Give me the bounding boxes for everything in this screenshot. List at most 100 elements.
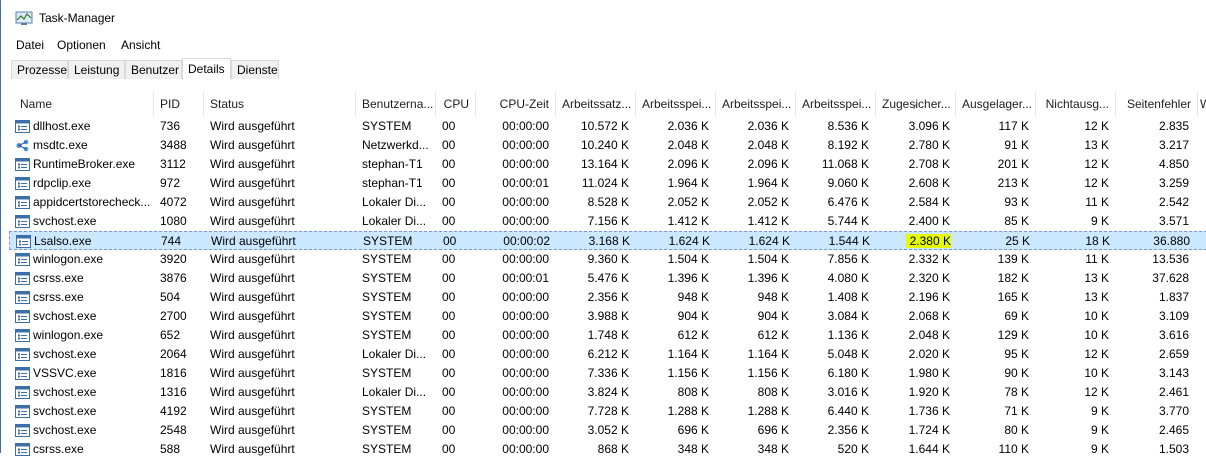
task-manager-icon [15,11,33,25]
cell-time: 00:00:00 [502,385,549,399]
menu-ansicht[interactable]: Ansicht [121,38,160,52]
cell-ws: 5.476 K [587,271,629,285]
tab-prozesse[interactable]: Prozesse [11,60,68,79]
cell-ws: 13.164 K [580,157,629,171]
col-paged-pool[interactable]: Ausgelager... [956,92,1036,116]
table-row[interactable]: appidcertstorecheck... 4072 Wird ausgeführ… [9,193,1206,212]
cell-status: Wird ausgeführt [210,309,295,323]
cell-time: 00:00:00 [502,423,549,437]
col-cut-off[interactable]: W [1198,92,1206,116]
cell-commit: 1.980 K [908,366,950,380]
cell-ws4: 9.060 K [827,176,869,190]
table-row[interactable]: svchost.exe 2700 Wird ausgeführt SYSTEM 00 00… [9,307,1206,326]
table-row[interactable]: csrss.exe 3876 Wird ausgeführt SYSTEM 00 00:0… [9,269,1206,288]
table-row[interactable]: VSSVC.exe 1816 Wird ausgeführt SYSTEM 00 00:0… [9,364,1206,383]
cell-nonpaged: 13 K [1084,271,1109,285]
table-row[interactable]: svchost.exe 2064 Wird ausgeführt Lokaler Di… [9,345,1206,364]
cell-cpu: 00 [442,195,456,209]
cell-paged: 78 K [1004,385,1029,399]
cell-ws3: 1.624 K [748,234,790,248]
cell-name: RuntimeBroker.exe [33,157,136,171]
cell-user: Netzwerkd... [362,138,429,152]
cell-ws4: 2.356 K [827,423,869,437]
window-process-icon [15,367,30,380]
task-manager-window: Task-Manager Datei Optionen Ansicht Proz… [0,0,1206,456]
cell-ws2: 612 K [677,328,709,342]
cell-user: SYSTEM [362,404,412,418]
column-header-row: Name PID Status Benutzerna... CPU CPU-Ze… [1,92,1206,116]
cell-pid: 2548 [160,423,187,437]
col-status[interactable]: Status [204,92,356,116]
cell-cpu: 00 [443,234,457,248]
col-working-set[interactable]: Arbeitssatz... [556,92,636,116]
table-row[interactable]: svchost.exe 1316 Wird ausgeführt Lokaler Di… [9,383,1206,402]
cell-ws4: 3.084 K [827,309,869,323]
cell-time: 00:00:00 [502,157,549,171]
col-cpu-time[interactable]: CPU-Zeit [476,92,556,116]
cell-name: svchost.exe [33,423,97,437]
cell-ws2: 1.164 K [667,347,709,361]
col-memory-1[interactable]: Arbeitsspei... [636,92,716,116]
col-memory-2[interactable]: Arbeitsspei... [716,92,796,116]
cell-ws4: 4.080 K [827,271,869,285]
cell-ws: 868 K [597,442,629,456]
cell-ws2: 2.048 K [667,138,709,152]
cell-time: 00:00:00 [502,442,549,456]
cell-status: Wird ausgeführt [210,442,295,456]
table-row[interactable]: svchost.exe 4192 Wird ausgeführt SYSTEM 00 00… [9,402,1206,421]
cell-status: Wird ausgeführt [210,347,295,361]
cell-paged: 69 K [1004,309,1029,323]
cell-time: 00:00:02 [503,234,550,248]
cell-time: 00:00:00 [502,252,549,266]
table-row[interactable]: svchost.exe 2548 Wird ausgeführt SYSTEM 00 00… [9,421,1206,440]
tab-benutzer[interactable]: Benutzer [125,60,182,79]
table-row[interactable]: msdtc.exe 3488 Wird ausgeführt Netzwerkd...… [9,136,1206,155]
cell-ws2: 1.412 K [667,214,709,228]
col-page-faults[interactable]: Seitenfehler [1116,92,1198,116]
menu-optionen[interactable]: Optionen [57,38,106,52]
cell-cpu: 00 [442,252,456,266]
col-user[interactable]: Benutzerna... [356,92,436,116]
table-row[interactable]: csrss.exe 504 Wird ausgeführt SYSTEM 00 00:00… [9,288,1206,307]
cell-time: 00:00:00 [502,347,549,361]
table-row[interactable]: RuntimeBroker.exe 3112 Wird ausgeführt step… [9,155,1206,174]
col-cpu[interactable]: CPU [436,92,476,116]
table-row[interactable]: rdpclip.exe 972 Wird ausgeführt stephan-T1 0… [9,174,1206,193]
col-pid[interactable]: PID [154,92,204,116]
cell-pid: 1816 [160,366,187,380]
highlighted-value: 2.380 K [905,234,951,248]
cell-ws4: 6.180 K [827,366,869,380]
cell-commit: 1.736 K [908,404,950,418]
menu-datei[interactable]: Datei [16,38,44,52]
cell-name: svchost.exe [33,214,97,228]
cell-pid: 2700 [160,309,187,323]
col-name[interactable]: Name [14,92,154,116]
tab-details[interactable]: Details [182,58,231,81]
cell-faults: 36.880 [1153,234,1190,248]
cell-user: SYSTEM [362,309,412,323]
table-row[interactable]: winlogon.exe 652 Wird ausgeführt SYSTEM 00 00… [9,326,1206,345]
tab-leistung[interactable]: Leistung [68,60,125,79]
table-row[interactable]: Lsalso.exe 744 Wird ausgeführt SYSTEM 00 00:0… [9,231,1206,250]
cell-ws3: 2.052 K [747,195,789,209]
cell-ws2: 1.396 K [667,271,709,285]
cell-nonpaged: 11 K [1085,252,1109,266]
cell-paged: 85 K [1004,214,1029,228]
cell-ws4: 6.440 K [827,404,869,418]
cell-paged: 201 K [997,157,1029,171]
table-row[interactable]: winlogon.exe 3920 Wird ausgeführt SYSTEM 00 0… [9,250,1206,269]
cell-cpu: 00 [442,328,456,342]
table-row[interactable]: dllhost.exe 736 Wird ausgeführt SYSTEM 00 00:… [9,117,1206,136]
col-memory-3[interactable]: Arbeitsspei... [796,92,876,116]
tab-dienste[interactable]: Dienste [231,60,279,79]
cell-time: 00:00:00 [502,119,549,133]
title-bar[interactable]: Task-Manager [1,0,1206,34]
cell-time: 00:00:00 [502,366,549,380]
col-nonpaged-pool[interactable]: Nichtausg... [1036,92,1116,116]
cell-ws2: 2.036 K [667,119,709,133]
cell-ws2: 1.624 K [668,234,710,248]
cell-ws: 10.572 K [580,119,629,133]
cell-ws: 9.360 K [587,252,629,266]
table-row[interactable]: csrss.exe 588 Wird ausgeführt SYSTEM 00 00:00… [9,440,1206,459]
table-row[interactable]: svchost.exe 1080 Wird ausgeführt Lokaler Di… [9,212,1206,231]
